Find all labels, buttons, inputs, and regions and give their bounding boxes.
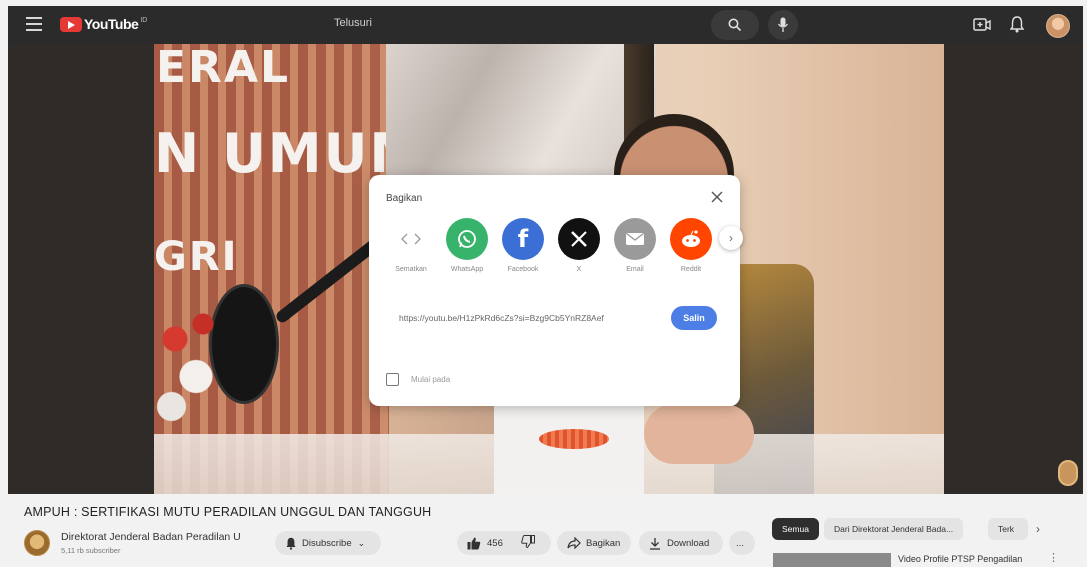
download-button[interactable]: Download [639, 531, 723, 555]
top-bar: YouTube ID Telusuri [8, 6, 1083, 44]
share-button[interactable]: Bagikan [557, 531, 631, 555]
speaker-hand [644, 404, 754, 464]
share-embed[interactable]: Sematkan [383, 218, 439, 273]
share-label: Bagikan [586, 537, 621, 549]
share-dialog: Bagikan Sematkan WhatsApp f Facebook X E… [369, 175, 743, 406]
youtube-logo[interactable]: YouTube ID [60, 16, 147, 32]
more-actions-button[interactable]: ... [729, 531, 755, 555]
subscriber-count: 5,11 rb subscriber [61, 546, 121, 555]
share-label-whatsapp: WhatsApp [450, 266, 484, 273]
search-button[interactable] [711, 10, 759, 40]
like-count: 456 [487, 537, 503, 549]
wall-text-top: ERAL [156, 44, 291, 93]
voice-search-button[interactable] [768, 10, 798, 40]
notifications-bell-icon[interactable] [1010, 16, 1024, 33]
channel-avatar[interactable] [24, 530, 50, 556]
share-link-input[interactable]: https://youtu.be/H1zPkRd6cZs?si=Bzg9Cb5Y… [399, 313, 604, 323]
share-arrow-icon [567, 537, 581, 549]
share-label-reddit: Reddit [680, 266, 702, 273]
more-horizontal-icon: ... [736, 537, 744, 549]
share-label-embed: Sematkan [395, 266, 427, 273]
wall-text-bottom: GRI [154, 234, 239, 280]
reddit-icon [670, 218, 712, 260]
recommended-more-icon[interactable]: ⋮ [1048, 551, 1059, 564]
share-label-email: Email [626, 266, 644, 273]
channel-watermark[interactable] [1058, 460, 1078, 486]
close-icon[interactable] [709, 189, 725, 205]
logo-text: YouTube [84, 16, 139, 32]
subscribe-button[interactable]: Disubscribe ⌄ [275, 531, 381, 555]
video-title: AMPUH : SERTIFIKASI MUTU PERADILAN UNGGU… [24, 505, 432, 519]
share-whatsapp[interactable]: WhatsApp [439, 218, 495, 273]
thumbs-up-icon [467, 537, 481, 549]
download-icon [650, 537, 660, 550]
cup [539, 429, 609, 449]
bell-icon [286, 537, 296, 550]
channel-name[interactable]: Direktorat Jenderal Badan Peradilan U [61, 531, 241, 543]
hamburger-menu-icon[interactable] [26, 17, 42, 31]
email-icon [614, 218, 656, 260]
flowers [154, 294, 224, 444]
start-at-label: Mulai pada [411, 375, 451, 384]
chevron-right-icon: › [729, 231, 733, 245]
share-next-button[interactable]: › [719, 226, 743, 250]
chip-all[interactable]: Semua [772, 518, 819, 540]
create-video-icon[interactable] [973, 17, 991, 33]
chevron-down-icon: ⌄ [357, 537, 366, 548]
copy-link-button[interactable]: Salin [671, 306, 717, 330]
account-avatar[interactable] [1046, 14, 1070, 38]
share-facebook[interactable]: f Facebook [495, 218, 551, 273]
share-email[interactable]: Email [607, 218, 663, 273]
share-dialog-title: Bagikan [386, 193, 423, 204]
x-icon [558, 218, 600, 260]
play-logo-icon [60, 16, 82, 32]
logo-country: ID [140, 16, 148, 24]
facebook-icon: f [502, 218, 544, 260]
like-button[interactable]: 456 [457, 531, 551, 555]
whatsapp-icon [446, 218, 488, 260]
embed-icon [390, 218, 432, 260]
recommended-title[interactable]: Video Profile PTSP Pengadilan [898, 554, 1022, 564]
dislike-button[interactable] [521, 535, 535, 551]
share-reddit[interactable]: Reddit [663, 218, 719, 273]
share-x[interactable]: X [551, 218, 607, 273]
chip-from-channel[interactable]: Dari Direktorat Jenderal Bada... [824, 518, 964, 540]
chip-related[interactable]: Terk [988, 518, 1028, 540]
start-at-checkbox[interactable] [386, 373, 399, 386]
subscribe-label: Disubscribe [302, 537, 352, 549]
share-targets: Sematkan WhatsApp f Facebook X Email Red… [383, 218, 743, 278]
download-label: Download [667, 537, 710, 549]
share-label-x: X [576, 266, 582, 273]
search-icon [728, 18, 742, 32]
thumbs-down-icon [521, 535, 535, 549]
share-label-facebook: Facebook [507, 266, 539, 273]
share-link-box: https://youtu.be/H1zPkRd6cZs?si=Bzg9Cb5Y… [385, 302, 725, 334]
recommended-thumbnail[interactable] [773, 553, 891, 567]
search-input[interactable]: Telusuri [334, 17, 372, 29]
microphone-icon [777, 17, 789, 32]
chips-next-icon[interactable]: › [1036, 522, 1040, 536]
